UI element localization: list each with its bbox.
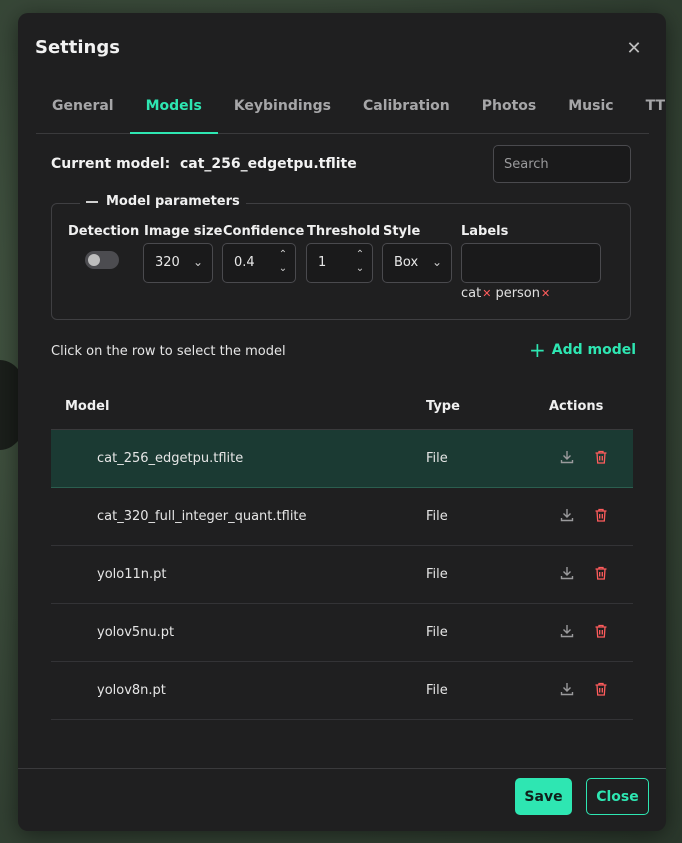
model-name: yolo11n.pt (97, 567, 167, 582)
image-size-value: 320 (155, 255, 180, 270)
confidence-value: 0.4 (234, 255, 255, 270)
download-icon[interactable] (559, 681, 575, 697)
model-name: cat_320_full_integer_quant.tflite (97, 509, 307, 524)
spin-arrows-icon[interactable]: ⌃ ⌄ (354, 248, 366, 276)
detection-label: Detection (68, 224, 140, 239)
model-name: yolov5nu.pt (97, 625, 175, 640)
download-icon[interactable] (559, 565, 575, 581)
download-icon[interactable] (559, 623, 575, 639)
image-size-select[interactable]: 320 ⌄ (143, 243, 213, 283)
chip-text: person (495, 286, 540, 301)
style-value: Box (394, 255, 419, 270)
header-actions: Actions (549, 399, 604, 414)
legend-dash (86, 200, 98, 203)
download-icon[interactable] (559, 449, 575, 465)
remove-icon[interactable]: ✕ (541, 287, 550, 300)
model-name: cat_256_edgetpu.tflite (97, 451, 244, 466)
model-parameters-group: Model parameters Detection Image size 32… (51, 194, 631, 320)
tab-models[interactable]: Models (129, 95, 218, 134)
chevron-down-icon: ⌄ (431, 255, 442, 269)
chevron-down-icon: ⌄ (192, 255, 203, 269)
remove-icon[interactable]: ✕ (482, 287, 491, 300)
style-select[interactable]: Box ⌄ (382, 243, 452, 283)
confidence-stepper[interactable]: 0.4 ⌃ ⌄ (222, 243, 296, 283)
model-type: File (426, 509, 448, 524)
close-icon[interactable]: ✕ (624, 39, 644, 59)
models-table: Model Type Actions cat_256_edgetpu.tflit… (51, 385, 633, 735)
trash-icon[interactable] (594, 449, 608, 465)
dialog-footer: Save Close (18, 768, 666, 831)
spin-arrows-icon[interactable]: ⌃ ⌄ (277, 248, 289, 276)
model-type: File (426, 625, 448, 640)
legend-label: Model parameters (106, 194, 240, 209)
settings-dialog: Settings ✕ General Models Keybindings Ca… (18, 13, 666, 831)
tab-calibration[interactable]: Calibration (347, 95, 466, 132)
confidence-label: Confidence (223, 224, 305, 239)
trash-icon[interactable] (594, 623, 608, 639)
trash-icon[interactable] (594, 507, 608, 523)
style-label: Style (383, 224, 421, 239)
current-model: Current model: cat_256_edgetpu.tflite (51, 156, 357, 172)
tab-general[interactable]: General (36, 95, 130, 132)
model-type: File (426, 451, 448, 466)
labels-label: Labels (461, 224, 509, 239)
label-chips: cat✕ person✕ (461, 286, 550, 301)
model-parameters-legend: Model parameters (80, 194, 246, 209)
table-row[interactable]: yolo11n.pt File (51, 546, 633, 604)
threshold-value: 1 (318, 255, 327, 270)
close-button[interactable]: Close (586, 778, 649, 815)
table-row-partial[interactable] (51, 720, 633, 735)
plus-icon: + (529, 338, 546, 362)
table-row[interactable]: yolov8n.pt File (51, 662, 633, 720)
select-hint: Click on the row to select the model (51, 344, 286, 359)
trash-icon[interactable] (594, 681, 608, 697)
header-model: Model (65, 399, 110, 414)
detection-toggle[interactable] (85, 251, 119, 269)
add-model-button[interactable]: + Add model (529, 338, 637, 362)
table-header: Model Type Actions (51, 385, 633, 430)
header-type: Type (426, 399, 460, 414)
tab-music[interactable]: Music (552, 95, 629, 132)
tab-keybindings[interactable]: Keybindings (218, 95, 347, 132)
table-row[interactable]: cat_320_full_integer_quant.tflite File (51, 488, 633, 546)
current-model-value: cat_256_edgetpu.tflite (179, 156, 357, 172)
tab-bar: General Models Keybindings Calibration P… (36, 95, 666, 134)
search-input[interactable] (493, 145, 631, 183)
tab-tts[interactable]: TTS (630, 95, 666, 132)
model-type: File (426, 683, 448, 698)
download-icon[interactable] (559, 507, 575, 523)
image-size-label: Image size (144, 224, 223, 239)
table-row[interactable]: yolov5nu.pt File (51, 604, 633, 662)
tab-photos[interactable]: Photos (466, 95, 553, 132)
labels-input[interactable] (461, 243, 601, 283)
add-model-label: Add model (551, 342, 637, 358)
table-row[interactable]: cat_256_edgetpu.tflite File (51, 430, 633, 488)
current-model-label: Current model: (51, 156, 171, 172)
chip-text: cat (461, 286, 482, 301)
threshold-stepper[interactable]: 1 ⌃ ⌄ (306, 243, 373, 283)
dialog-title: Settings (35, 37, 120, 58)
label-chip: cat✕ (461, 286, 491, 301)
model-type: File (426, 567, 448, 582)
threshold-label: Threshold (307, 224, 381, 239)
label-chip: person✕ (495, 286, 550, 301)
save-button[interactable]: Save (515, 778, 572, 815)
toggle-knob (88, 254, 100, 266)
model-name: yolov8n.pt (97, 683, 166, 698)
trash-icon[interactable] (594, 565, 608, 581)
